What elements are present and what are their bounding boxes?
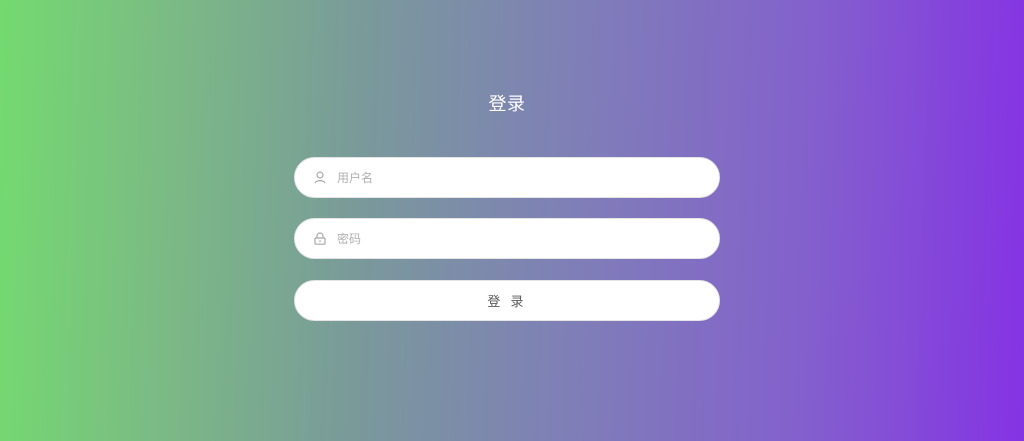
login-button[interactable]: 登 录	[294, 280, 720, 321]
password-input[interactable]	[337, 226, 677, 251]
lock-icon	[313, 232, 327, 246]
password-field[interactable]	[294, 218, 720, 259]
login-title: 登录	[488, 94, 526, 115]
login-form: 登录 登 录	[294, 0, 720, 441]
user-icon	[313, 171, 327, 185]
username-input[interactable]	[337, 165, 677, 190]
username-field[interactable]	[294, 157, 720, 198]
